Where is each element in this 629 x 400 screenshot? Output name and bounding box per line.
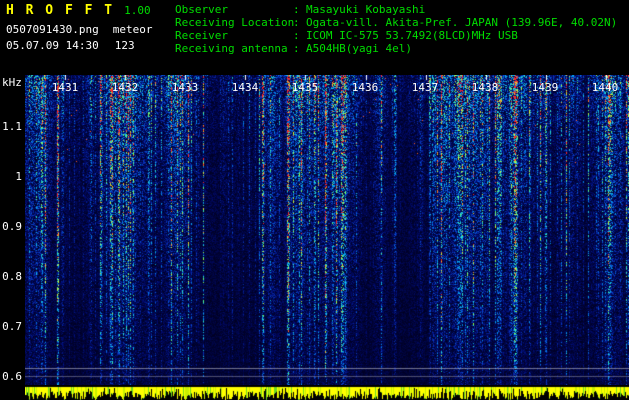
freq-tick-label: 0.9	[2, 220, 22, 233]
time-tick-label: 1432	[111, 81, 139, 94]
info-row-observer: Observer : Masayuki Kobayashi	[175, 3, 617, 16]
app-version: 1.00	[124, 4, 151, 17]
time-tick-label: 1437	[411, 81, 439, 94]
echo-count: 123	[114, 39, 135, 52]
freq-axis-unit: kHz	[2, 76, 22, 89]
freq-tick-label: 0.6	[2, 370, 22, 383]
freq-tick-label: 0.7	[2, 320, 22, 333]
time-tick-label: 1431	[51, 81, 79, 94]
info-separator: :	[293, 29, 300, 42]
freq-tick-label: 1.1	[2, 120, 22, 133]
info-value: A504HB(yagi 4el)	[306, 42, 412, 55]
output-filename: 0507091430.png	[6, 23, 99, 36]
hrofft-output-screen: H R O F F T 1.00 0507091430.png meteor 0…	[0, 0, 629, 400]
info-row-antenna: Receiving antenna : A504HB(yagi 4el)	[175, 42, 617, 55]
freq-tick-label: 0.8	[2, 270, 22, 283]
info-separator: :	[293, 3, 300, 16]
header-title-row: H R O F F T 1.00	[6, 3, 151, 18]
app-title: H R O F F T	[6, 3, 115, 18]
header-file-row: 0507091430.png meteor	[6, 24, 152, 36]
observer-info-block: Observer : Masayuki Kobayashi Receiving …	[175, 3, 617, 55]
signal-level-strip	[25, 386, 629, 400]
info-label: Receiving antenna	[175, 42, 288, 55]
info-row-receiver: Receiver : ICOM IC-575 53.7492(8LCD)MHz …	[175, 29, 617, 42]
info-label: Receiver	[175, 29, 228, 42]
freq-tick-label: 1	[15, 170, 22, 183]
info-row-location: Receiving Location : Ogata-vill. Akita-P…	[175, 16, 617, 29]
time-tick-label: 1436	[351, 81, 379, 94]
header-date-row: 05.07.09 14:30 123	[6, 40, 135, 52]
info-label: Receiving Location	[175, 16, 295, 29]
spectrogram-canvas	[25, 75, 629, 385]
info-separator: :	[293, 42, 300, 55]
info-separator: :	[293, 16, 300, 29]
time-tick-label: 1434	[231, 81, 259, 94]
time-tick-label: 1433	[171, 81, 199, 94]
observation-datetime: 05.07.09 14:30	[6, 39, 99, 52]
info-value: Masayuki Kobayashi	[306, 3, 426, 16]
time-tick-label: 1439	[531, 81, 559, 94]
time-tick-label: 1440	[591, 81, 619, 94]
info-value: ICOM IC-575 53.7492(8LCD)MHz USB	[306, 29, 518, 42]
mode-label: meteor	[112, 23, 153, 36]
time-tick-label: 1435	[291, 81, 319, 94]
info-label: Observer	[175, 3, 228, 16]
info-value: Ogata-vill. Akita-Pref. JAPAN (139.96E, …	[306, 16, 618, 29]
time-tick-label: 1438	[471, 81, 499, 94]
